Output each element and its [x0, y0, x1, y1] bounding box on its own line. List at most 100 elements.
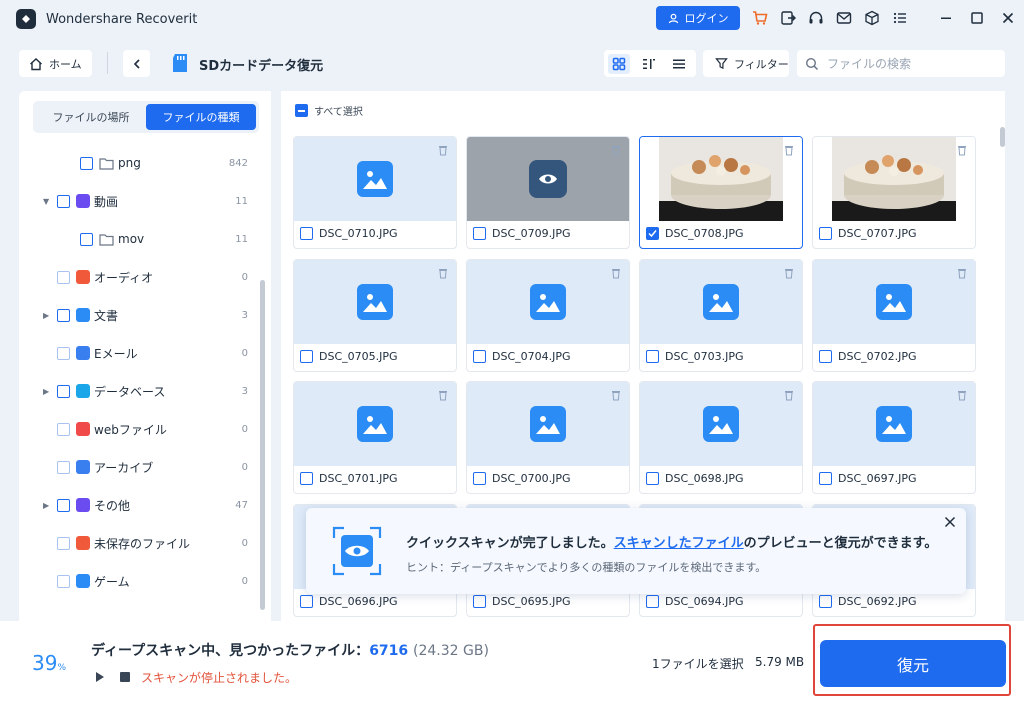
tree-item-web-file[interactable]: webファイル 0 — [57, 419, 248, 439]
file-checkbox[interactable] — [300, 595, 313, 608]
tree-item-unsaved[interactable]: 未保存のファイル 0 — [57, 533, 248, 553]
file-thumbnail[interactable] — [467, 260, 629, 344]
menu-list-icon[interactable] — [890, 8, 910, 28]
caret-right-icon[interactable]: ▶ — [43, 501, 51, 510]
file-checkbox[interactable] — [473, 227, 486, 240]
stop-icon[interactable] — [120, 672, 130, 682]
checkbox[interactable] — [57, 422, 70, 436]
file-thumbnail[interactable] — [294, 260, 456, 344]
play-icon[interactable] — [96, 672, 104, 682]
file-card[interactable]: DSC_0702.JPG — [812, 259, 976, 372]
tree-item-archive[interactable]: アーカイブ 0 — [57, 457, 248, 477]
tree-item-mov[interactable]: mov 11 — [80, 229, 248, 249]
file-checkbox[interactable] — [819, 595, 832, 608]
select-all-checkbox[interactable] — [295, 104, 308, 117]
file-thumbnail[interactable] — [467, 382, 629, 466]
checkbox[interactable] — [80, 156, 93, 170]
checkbox[interactable] — [57, 270, 70, 284]
file-thumbnail[interactable] — [294, 382, 456, 466]
tab-file-location[interactable]: ファイルの場所 — [36, 104, 146, 130]
file-checkbox[interactable] — [300, 472, 313, 485]
file-card[interactable]: DSC_0710.JPG — [293, 136, 457, 249]
list-view-icon[interactable] — [668, 54, 690, 74]
file-card[interactable]: DSC_0704.JPG — [466, 259, 630, 372]
file-checkbox[interactable] — [819, 472, 832, 485]
tree-item-png[interactable]: png 842 — [80, 153, 248, 173]
file-thumbnail[interactable] — [813, 260, 975, 344]
document-icon — [76, 308, 90, 322]
file-thumbnail[interactable] — [467, 137, 629, 221]
tree-item-database[interactable]: ▶ データベース 3 — [43, 381, 248, 401]
close-window-icon[interactable] — [998, 8, 1018, 28]
file-card[interactable]: DSC_0708.JPG — [639, 136, 803, 249]
preview-eye-icon[interactable] — [529, 160, 567, 198]
close-icon[interactable] — [942, 514, 958, 530]
grid-scrollbar[interactable] — [1000, 127, 1005, 147]
recover-button[interactable]: 復元 — [820, 640, 1006, 687]
sidebar-scrollbar[interactable] — [260, 280, 265, 610]
tree-item-game[interactable]: ゲーム 0 — [57, 571, 248, 591]
grid-view-icon[interactable] — [608, 53, 630, 74]
caret-right-icon[interactable]: ▶ — [43, 311, 51, 320]
select-all[interactable]: すべて選択 — [295, 103, 363, 118]
file-checkbox[interactable] — [646, 595, 659, 608]
checkbox[interactable] — [57, 574, 70, 588]
box-icon[interactable] — [862, 8, 882, 28]
file-checkbox[interactable] — [819, 350, 832, 363]
checkbox[interactable] — [57, 384, 70, 398]
file-checkbox[interactable] — [646, 472, 659, 485]
file-checkbox[interactable] — [819, 227, 832, 240]
file-checkbox[interactable] — [646, 227, 659, 240]
checkbox[interactable] — [57, 308, 70, 322]
minimize-icon[interactable] — [936, 8, 956, 28]
tree-item-audio[interactable]: オーディオ 0 — [57, 267, 248, 287]
file-card[interactable]: DSC_0705.JPG — [293, 259, 457, 372]
caret-right-icon[interactable]: ▶ — [43, 387, 51, 396]
file-card[interactable]: DSC_0701.JPG — [293, 381, 457, 494]
file-checkbox[interactable] — [300, 227, 313, 240]
checkbox[interactable] — [57, 346, 70, 360]
headset-icon[interactable] — [806, 8, 826, 28]
file-card[interactable]: DSC_0697.JPG — [812, 381, 976, 494]
file-thumbnail[interactable] — [813, 382, 975, 466]
file-thumbnail[interactable] — [640, 382, 802, 466]
file-card[interactable]: DSC_0703.JPG — [639, 259, 803, 372]
cart-icon[interactable] — [750, 8, 770, 28]
back-button[interactable] — [123, 50, 150, 77]
tree-item-document[interactable]: ▶ 文書 3 — [43, 305, 248, 325]
file-card[interactable]: DSC_0698.JPG — [639, 381, 803, 494]
file-checkbox[interactable] — [300, 350, 313, 363]
file-card[interactable]: DSC_0707.JPG — [812, 136, 976, 249]
checkbox[interactable] — [57, 194, 70, 208]
file-thumbnail[interactable] — [640, 137, 802, 221]
tree-item-video[interactable]: ▼ 動画 11 — [43, 191, 248, 211]
file-checkbox[interactable] — [473, 472, 486, 485]
archive-icon — [76, 460, 90, 474]
maximize-icon[interactable] — [967, 8, 987, 28]
login-button[interactable]: ログイン — [656, 6, 740, 30]
home-button[interactable]: ホーム — [19, 50, 92, 77]
file-card[interactable]: DSC_0700.JPG — [466, 381, 630, 494]
file-checkbox[interactable] — [646, 350, 659, 363]
checkbox[interactable] — [57, 460, 70, 474]
detail-view-icon[interactable] — [638, 54, 660, 74]
mail-icon[interactable] — [834, 8, 854, 28]
checkbox[interactable] — [57, 498, 70, 512]
file-checkbox[interactable] — [473, 595, 486, 608]
tab-file-type[interactable]: ファイルの種類 — [146, 104, 256, 130]
file-name: DSC_0692.JPG — [838, 595, 917, 608]
scanned-files-link[interactable]: スキャンしたファイル — [614, 536, 744, 551]
search-input[interactable] — [827, 56, 997, 71]
checkbox[interactable] — [57, 536, 70, 550]
caret-down-icon[interactable]: ▼ — [43, 197, 51, 206]
file-thumbnail[interactable] — [813, 137, 975, 221]
tree-item-email[interactable]: Eメール 0 — [57, 343, 248, 363]
file-thumbnail[interactable] — [294, 137, 456, 221]
tree-item-other[interactable]: ▶ その他 47 — [43, 495, 248, 515]
file-card[interactable]: DSC_0709.JPG — [466, 136, 630, 249]
filter-button[interactable]: フィルター — [703, 50, 789, 77]
file-checkbox[interactable] — [473, 350, 486, 363]
export-icon[interactable] — [778, 8, 798, 28]
checkbox[interactable] — [80, 232, 93, 246]
file-thumbnail[interactable] — [640, 260, 802, 344]
